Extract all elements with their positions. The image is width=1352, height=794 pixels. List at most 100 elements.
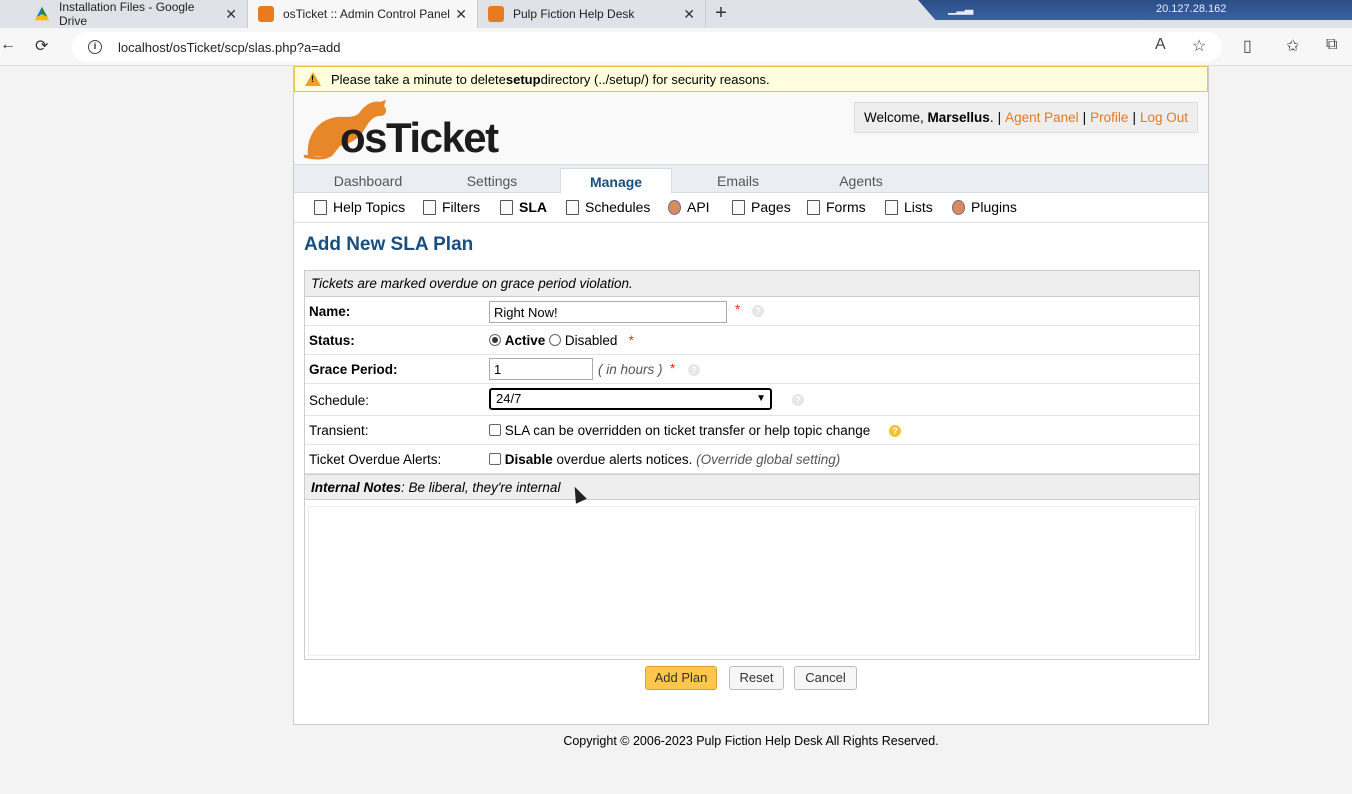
url-text: localhost/osTicket/scp/slas.php?a=add bbox=[118, 39, 341, 55]
add-plan-button[interactable]: Add Plan bbox=[645, 666, 717, 690]
split-screen-icon[interactable]: ▯ bbox=[1243, 36, 1252, 56]
subnav-help-topics[interactable]: Help Topics bbox=[314, 199, 405, 215]
help-icon[interactable]: ? bbox=[688, 364, 700, 376]
sub-nav: Help Topics Filters SLA Schedules API Pa… bbox=[294, 193, 1208, 223]
reset-button[interactable]: Reset bbox=[729, 666, 784, 690]
welcome-box: Welcome, Marsellus. | Agent Panel | Prof… bbox=[853, 102, 1198, 133]
profile-link[interactable]: Profile bbox=[1090, 110, 1128, 125]
cancel-button[interactable]: Cancel bbox=[794, 666, 857, 690]
grace-period-label: Grace Period: bbox=[309, 362, 398, 377]
warning-text-post: directory (../setup/) for security reaso… bbox=[540, 71, 770, 87]
subnav-label: SLA bbox=[519, 199, 547, 215]
subnav-label: Pages bbox=[751, 199, 791, 215]
address-bar-area: ← ⟳ i localhost/osTicket/scp/slas.php?a=… bbox=[0, 28, 1352, 66]
transient-label: Transient: bbox=[309, 423, 369, 438]
browser-tab-google-drive[interactable]: Installation Files - Google Drive ✕ bbox=[24, 0, 248, 28]
grace-period-input[interactable] bbox=[489, 358, 593, 380]
subnav-label: Filters bbox=[442, 199, 481, 215]
overdue-option: Disable overdue alerts notices. (Overrid… bbox=[489, 452, 840, 467]
status-disabled-label: Disabled bbox=[564, 333, 618, 348]
signal-icon: ▁▂▃ bbox=[948, 3, 974, 15]
required-mark: * bbox=[670, 361, 676, 376]
disable-overdue-checkbox[interactable] bbox=[489, 453, 501, 465]
status-row: Status: Active Disabled * bbox=[305, 326, 1199, 355]
help-icon[interactable]: ? bbox=[792, 394, 804, 406]
subnav-label: Forms bbox=[826, 199, 866, 215]
page-container: Please take a minute to delete setup dir… bbox=[293, 66, 1209, 725]
info-icon[interactable]: i bbox=[88, 40, 102, 54]
subnav-label: Help Topics bbox=[333, 199, 406, 215]
tab-agents[interactable]: Agents bbox=[801, 168, 921, 194]
status-active-radio[interactable] bbox=[489, 334, 501, 346]
grace-unit: ( in hours ) bbox=[598, 362, 663, 377]
overdue-alerts-row: Ticket Overdue Alerts: Disable overdue a… bbox=[305, 445, 1199, 474]
tab-settings[interactable]: Settings bbox=[432, 168, 552, 194]
subnav-schedules[interactable]: Schedules bbox=[566, 199, 650, 215]
agent-panel-link[interactable]: Agent Panel bbox=[1005, 110, 1079, 125]
close-icon[interactable]: ✕ bbox=[455, 6, 467, 23]
welcome-prefix: Welcome, bbox=[863, 110, 924, 125]
notes-title: Internal Notes bbox=[311, 480, 402, 495]
help-icon[interactable]: ? bbox=[889, 425, 901, 437]
name-label: Name: bbox=[309, 304, 351, 319]
schedule-label: Schedule: bbox=[309, 393, 370, 408]
help-topics-icon bbox=[314, 199, 327, 215]
separator: | bbox=[997, 110, 1002, 125]
back-icon[interactable]: ← bbox=[0, 36, 16, 54]
subnav-pages[interactable]: Pages bbox=[732, 199, 791, 215]
transient-checkbox[interactable] bbox=[489, 424, 501, 436]
overdue-bold: Disable bbox=[504, 452, 553, 467]
collections-icon[interactable]: ⧉ bbox=[1326, 36, 1337, 54]
subnav-label: Lists bbox=[904, 199, 933, 215]
new-tab-button[interactable]: + bbox=[708, 2, 734, 26]
remote-session-bar: ▁▂▃ 20.127.28.162 bbox=[918, 0, 1352, 20]
internal-notes-editor[interactable] bbox=[308, 506, 1196, 656]
schedules-icon bbox=[566, 199, 579, 215]
name-input[interactable] bbox=[489, 301, 727, 323]
tab-title: osTicket :: Admin Control Panel bbox=[283, 7, 450, 21]
schedule-select[interactable]: 24/7 ▼ bbox=[489, 388, 772, 410]
status-label: Status: bbox=[309, 333, 355, 348]
google-drive-icon bbox=[34, 6, 50, 21]
favorites-icon[interactable]: ✩ bbox=[1286, 36, 1299, 56]
subnav-sla[interactable]: SLA bbox=[500, 199, 547, 215]
lists-icon bbox=[885, 199, 898, 215]
api-icon bbox=[668, 199, 681, 215]
tab-manage[interactable]: Manage bbox=[560, 168, 672, 195]
refresh-icon[interactable]: ⟳ bbox=[35, 36, 48, 56]
required-mark: * bbox=[628, 333, 634, 348]
welcome-user: Marsellus bbox=[927, 110, 990, 125]
browser-tab-help-desk[interactable]: Pulp Fiction Help Desk ✕ bbox=[478, 0, 706, 28]
pages-icon bbox=[732, 199, 745, 215]
browser-tab-admin-panel[interactable]: osTicket :: Admin Control Panel ✕ bbox=[248, 0, 478, 28]
name-row: Name: * ? bbox=[305, 297, 1199, 326]
subnav-label: API bbox=[687, 199, 710, 215]
browser-tab-bar: Installation Files - Google Drive ✕ osTi… bbox=[0, 0, 1352, 28]
read-aloud-icon[interactable]: A bbox=[1155, 36, 1166, 54]
welcome-suffix: . bbox=[989, 110, 994, 125]
tab-dashboard[interactable]: Dashboard bbox=[308, 168, 428, 194]
osticket-icon bbox=[488, 6, 504, 22]
forms-icon bbox=[807, 199, 820, 215]
warning-text-bold: setup bbox=[505, 71, 541, 87]
subnav-api[interactable]: API bbox=[668, 199, 710, 215]
close-icon[interactable]: ✕ bbox=[225, 6, 237, 23]
tab-emails[interactable]: Emails bbox=[678, 168, 798, 194]
logout-link[interactable]: Log Out bbox=[1140, 110, 1188, 125]
subnav-lists[interactable]: Lists bbox=[885, 199, 933, 215]
footer-copyright: Copyright © 2006-2023 Pulp Fiction Help … bbox=[563, 734, 939, 748]
subnav-filters[interactable]: Filters bbox=[423, 199, 480, 215]
favorite-star-icon[interactable]: ☆ bbox=[1192, 36, 1206, 56]
subnav-plugins[interactable]: Plugins bbox=[952, 199, 1017, 215]
subnav-forms[interactable]: Forms bbox=[807, 199, 866, 215]
schedule-value: 24/7 bbox=[496, 391, 522, 406]
close-icon[interactable]: ✕ bbox=[683, 6, 695, 23]
status-options: Active Disabled * bbox=[489, 333, 634, 348]
page-header: osTicket Welcome, Marsellus. | Agent Pan… bbox=[294, 92, 1208, 164]
url-field[interactable]: i localhost/osTicket/scp/slas.php?a=add bbox=[72, 32, 1222, 62]
help-icon[interactable]: ? bbox=[752, 305, 764, 317]
osticket-logo[interactable]: osTicket bbox=[302, 98, 499, 161]
status-disabled-radio[interactable] bbox=[549, 334, 562, 346]
page-title: Add New SLA Plan bbox=[304, 234, 474, 255]
required-mark: * bbox=[735, 302, 741, 317]
